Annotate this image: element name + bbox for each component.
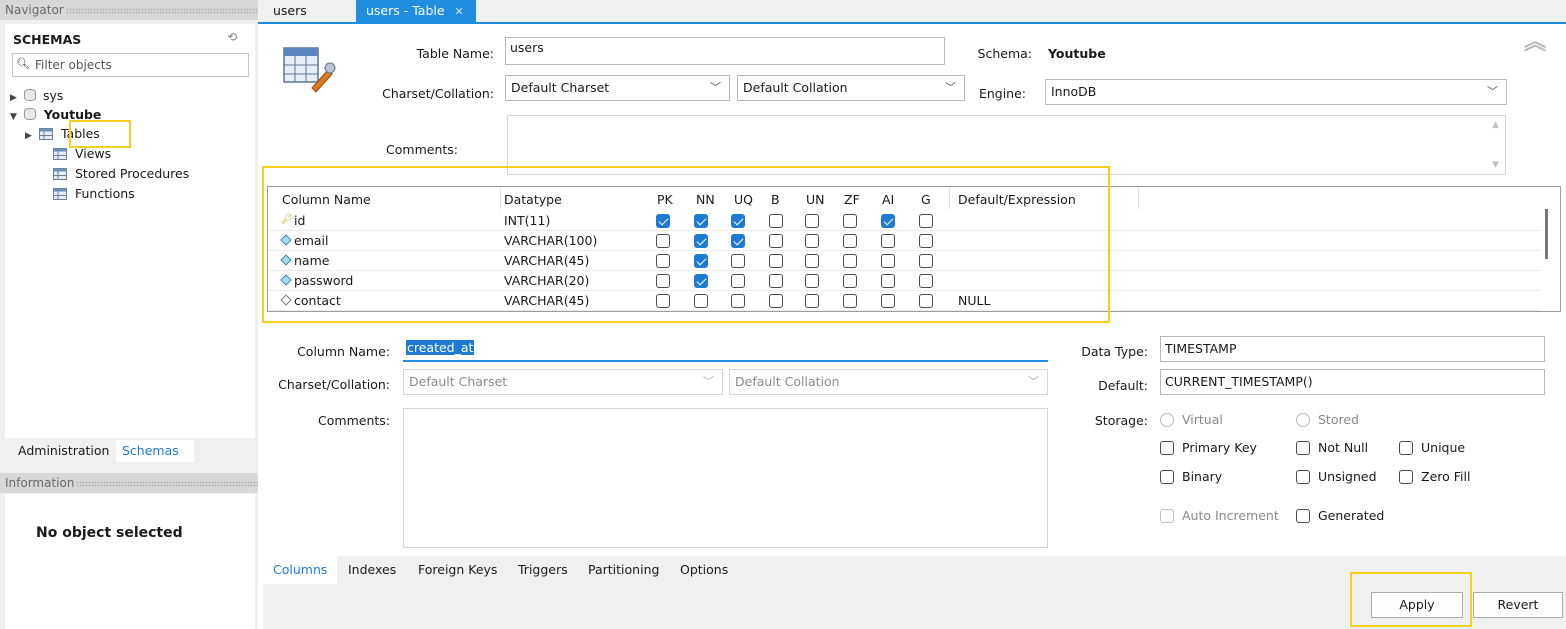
tab-administration[interactable]: Administration [12,440,115,462]
functions-folder-icon [53,188,67,200]
apply-highlight-box [1350,572,1472,627]
tab-users-table[interactable]: users - Table ✕ [356,0,476,22]
views-folder-icon [53,148,67,160]
column-name-value: created_at [406,340,475,355]
column-name-input[interactable]: created_at [403,336,1048,362]
expand-arrow-icon[interactable]: ▶ [25,127,35,146]
table-name-input[interactable]: users [505,37,945,65]
revert-button[interactable]: Revert [1473,592,1563,618]
navigator-sidebar: Navigator SCHEMAS ⟲ 🔍︎ Filter objects ▶ … [0,0,258,629]
information-title: Information [5,476,75,490]
scroll-up-icon[interactable]: ▲ [1492,120,1499,130]
tree-item-functions[interactable]: Functions [53,184,135,203]
schemas-label: SCHEMAS [13,32,82,47]
chevron-down-icon: ﹀ [1028,375,1039,388]
navigator-header: Navigator [0,0,258,20]
navigator-title: Navigator [5,3,64,17]
chevron-down-icon: ﹀ [945,81,956,94]
procedures-folder-icon [53,168,67,180]
table-folder-icon [38,128,53,140]
primary-key-checkbox[interactable]: Primary Key [1160,440,1257,456]
search-icon: 🔍︎ [16,57,30,70]
column-collation-select: Default Collation ﹀ [729,369,1048,395]
table-collation-select[interactable]: Default Collation ﹀ [737,75,965,101]
subtab-options[interactable]: Options [680,556,728,584]
tree-item-stored-procedures[interactable]: Stored Procedures [53,164,189,183]
database-icon [24,108,37,120]
information-header: Information [0,473,258,493]
tab-schemas[interactable]: Schemas [116,440,194,462]
subtab-triggers[interactable]: Triggers [518,556,568,584]
database-icon [23,89,36,101]
close-tab-icon[interactable]: ✕ [455,5,464,18]
binary-checkbox[interactable]: Binary [1160,469,1222,485]
unsigned-checkbox[interactable]: Unsigned [1296,469,1377,485]
no-object-text: No object selected [36,525,183,541]
grid-scrollbar[interactable] [1545,209,1548,259]
table-comments-label: Comments: [386,142,458,157]
schema-label: Schema: [977,46,1032,61]
column-name-label: Column Name: [297,344,390,359]
not-null-checkbox[interactable]: Not Null [1296,440,1368,456]
default-input[interactable]: CURRENT_TIMESTAMP() [1160,369,1545,395]
schemas-panel: SCHEMAS ⟲ 🔍︎ Filter objects ▶ sys ▼ Yout… [5,24,255,438]
table-charset-select[interactable]: Default Charset ﹀ [505,75,730,101]
charset-collation-label: Charset/Collation: [382,86,494,101]
scroll-down-icon[interactable]: ▼ [1492,160,1499,170]
default-label: Default: [1098,378,1148,393]
subtab-partitioning[interactable]: Partitioning [588,556,659,584]
auto-increment-checkbox: Auto Increment [1160,508,1279,524]
engine-label: Engine: [978,86,1026,101]
subtab-columns[interactable]: Columns [263,556,337,584]
data-type-label: Data Type: [1081,344,1148,359]
subtab-indexes[interactable]: Indexes [348,556,396,584]
column-charset-label: Charset/Collation: [278,377,390,392]
unique-checkbox[interactable]: Unique [1399,440,1465,456]
collapse-arrow-icon[interactable]: ▼ [10,108,20,127]
chevron-down-icon: ﹀ [710,81,721,94]
tree-item-sys[interactable]: ▶ sys [10,86,63,105]
filter-objects-input[interactable]: 🔍︎ Filter objects [12,53,249,77]
tab-users-query[interactable]: users [263,0,317,22]
storage-virtual-radio: Virtual [1160,412,1223,428]
column-comments-label: Comments: [318,413,390,428]
data-type-input[interactable]: TIMESTAMP [1160,336,1545,362]
tables-highlight-box [69,120,131,148]
column-charset-select: Default Charset ﹀ [403,369,723,395]
column-comments-textarea[interactable] [403,408,1048,548]
filter-placeholder: Filter objects [35,58,112,72]
columns-highlight-box [262,166,1110,323]
table-name-label: Table Name: [416,46,494,61]
chevron-down-icon: ﹀ [1487,85,1498,98]
chevron-down-icon: ﹀ [703,375,714,388]
collapse-up-icon[interactable]: ︽ [1524,32,1546,54]
editor-tab-bar: users users - Table ✕ [258,0,1566,24]
subtab-foreign-keys[interactable]: Foreign Keys [418,556,497,584]
engine-select[interactable]: InnoDB ﹀ [1045,79,1507,105]
storage-label: Storage: [1094,413,1148,428]
zero-fill-checkbox[interactable]: Zero Fill [1399,469,1470,485]
generated-checkbox[interactable]: Generated [1296,508,1384,524]
schema-value: Youtube [1048,46,1106,61]
storage-stored-radio: Stored [1296,412,1359,428]
information-panel: No object selected [5,494,255,629]
refresh-icon[interactable]: ⟲ [227,30,237,44]
table-editor-icon [283,47,336,93]
